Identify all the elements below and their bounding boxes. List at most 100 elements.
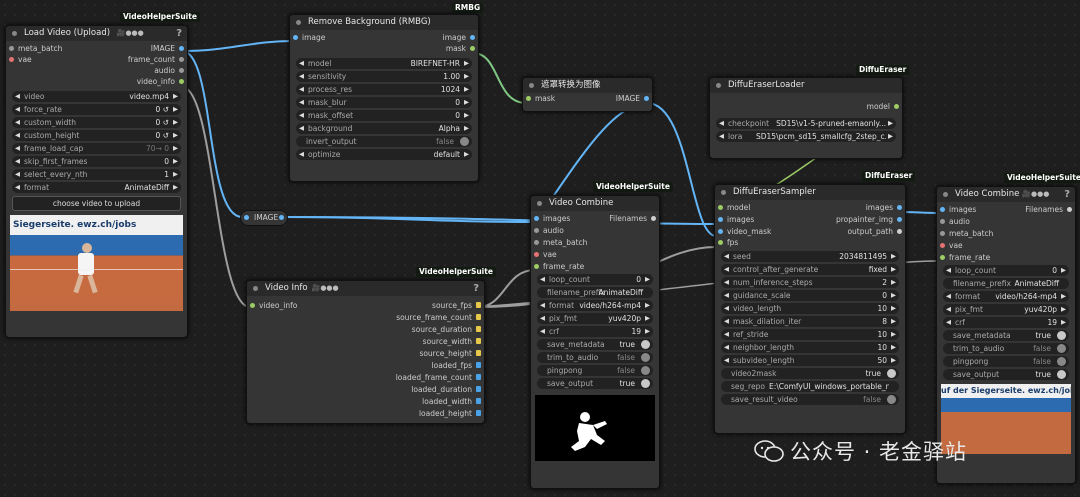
widget-mask-offset[interactable]: ◀ mask_offset 0 ▶	[296, 110, 472, 121]
input-pin[interactable]	[534, 252, 539, 257]
widget-filename-prefix[interactable]: filename_prefix AnimateDiff	[943, 278, 1069, 289]
toggle-save-output[interactable]: save_output true	[943, 369, 1069, 380]
widget-crf[interactable]: ◀ crf 19 ▶	[537, 326, 653, 337]
output-pin[interactable]	[897, 217, 902, 222]
node-video-info[interactable]: Video Info 🎥●●●? video_info source_fps so…	[246, 280, 485, 424]
widget-crf[interactable]: ◀ crf 19 ▶	[943, 317, 1069, 328]
output-pin[interactable]	[897, 229, 902, 234]
toggle-save-output[interactable]: save_output true	[537, 378, 653, 389]
widget-force-rate[interactable]: ◀ force_rate 0 ↺ ▶	[12, 104, 181, 115]
widget-format[interactable]: ◀ format video/h264-mp4 ▶	[943, 291, 1069, 302]
collapse-dot-icon[interactable]	[253, 286, 258, 291]
widget-ref-stride[interactable]: ◀ ref_stride 10 ▶	[721, 329, 899, 340]
toggle-invert-output[interactable]: invert_output false	[296, 136, 472, 147]
widget-sensitivity[interactable]: ◀ sensitivity 1.00 ▶	[296, 71, 472, 82]
collapse-dot-icon[interactable]	[716, 83, 721, 88]
widget-seed[interactable]: ◀ seed 2034811495 ▶	[721, 251, 899, 262]
help-icon[interactable]: ?	[1064, 187, 1070, 202]
node-header[interactable]: Load Video (Upload) 🎥●●● ?	[6, 26, 187, 41]
widget-guidance-scale[interactable]: ◀ guidance_scale 0 ▶	[721, 290, 899, 301]
input-pin[interactable]	[9, 57, 14, 62]
widget-pix-fmt[interactable]: ◀ pix_fmt yuv420p ▶	[943, 304, 1069, 315]
input-pin[interactable]	[718, 229, 723, 234]
widget-num-inference-steps[interactable]: ◀ num_inference_steps 2 ▶	[721, 277, 899, 288]
collapse-dot-icon[interactable]	[296, 20, 301, 25]
output-pin[interactable]	[470, 35, 475, 40]
input-pin[interactable]	[940, 231, 945, 236]
output-pin[interactable]	[644, 96, 649, 101]
input-pin[interactable]	[718, 240, 723, 245]
output-pin[interactable]	[476, 362, 481, 368]
widget-custom-width[interactable]: ◀ custom_width 0 ↺ ▶	[12, 117, 181, 128]
widget-filename-prefix[interactable]: filename_prefix AnimateDiff	[537, 287, 653, 298]
help-icon[interactable]: ?	[473, 281, 479, 296]
output-pin[interactable]	[897, 205, 902, 210]
widget-video-length[interactable]: ◀ video_length 10 ▶	[721, 303, 899, 314]
output-pin[interactable]	[476, 398, 481, 404]
widget-model[interactable]: ◀ model BIREFNET-HR ▶	[296, 58, 472, 69]
widget-mask-dilation-iter[interactable]: ◀ mask_dilation_iter 8 ▶	[721, 316, 899, 327]
input-pin[interactable]	[526, 96, 531, 101]
output-pin[interactable]	[476, 314, 481, 320]
output-pin[interactable]	[279, 215, 284, 220]
node-header[interactable]: DiffuEraserLoader	[710, 78, 902, 93]
widget-pix-fmt[interactable]: ◀ pix_fmt yuv420p ▶	[537, 313, 653, 324]
input-pin[interactable]	[244, 215, 249, 220]
node-mask-to-image[interactable]: 遮罩转换为图像 mask IMAGE	[522, 77, 653, 112]
input-pin[interactable]	[718, 205, 723, 210]
node-video-combine-mid[interactable]: Video Combine Filenames images audio met…	[530, 195, 660, 489]
widget-video[interactable]: ◀ video video.mp4 ▶	[12, 91, 181, 102]
reroute-node[interactable]: IMAGE	[240, 210, 288, 226]
output-pin[interactable]	[179, 68, 184, 73]
widget-skip-first-frames[interactable]: ◀ skip_first_frames 0 ▶	[12, 156, 181, 167]
widget-custom-height[interactable]: ◀ custom_height 0 ↺ ▶	[12, 130, 181, 141]
toggle-save-result-video[interactable]: save_result_video false	[721, 394, 899, 405]
output-pin[interactable]	[476, 350, 481, 356]
input-pin[interactable]	[940, 243, 945, 248]
node-header[interactable]: Video Info 🎥●●●?	[247, 281, 484, 296]
node-header[interactable]: Remove Background (RMBG)	[290, 15, 478, 30]
node-header[interactable]: Video Combine 🎥●●●?	[937, 187, 1075, 202]
input-pin[interactable]	[940, 219, 945, 224]
input-pin[interactable]	[534, 240, 539, 245]
widget-lora[interactable]: ◀ lora SD15\pcm_sd15_smallcfg_2step_c... ▶	[716, 131, 896, 142]
widget-subvideo-length[interactable]: ◀ subvideo_length 50 ▶	[721, 355, 899, 366]
collapse-dot-icon[interactable]	[12, 31, 17, 36]
output-pin[interactable]	[476, 302, 481, 308]
toggle-pingpong[interactable]: pingpong false	[537, 365, 653, 376]
collapse-dot-icon[interactable]	[529, 83, 534, 88]
input-pin[interactable]	[534, 264, 539, 269]
output-pin[interactable]	[179, 57, 184, 62]
collapse-dot-icon[interactable]	[721, 190, 726, 195]
toggle-video2mask[interactable]: video2mask true	[721, 368, 899, 379]
toggle-trim-to-audio[interactable]: trim_to_audio false	[537, 352, 653, 363]
widget-background[interactable]: ◀ background Alpha ▶	[296, 123, 472, 134]
widget-loop-count[interactable]: ◀ loop_count 0 ▶	[537, 274, 653, 285]
node-header[interactable]: Video Combine	[531, 196, 659, 211]
widget-select-every-nth[interactable]: ◀ select_every_nth 1 ▶	[12, 169, 181, 180]
input-pin[interactable]	[940, 255, 945, 260]
help-icon[interactable]: ?	[176, 26, 182, 41]
node-header[interactable]: DiffuEraserSampler	[715, 185, 905, 200]
output-pin[interactable]	[476, 374, 481, 380]
widget-frame-load-cap[interactable]: ◀ frame_load_cap 70→ 0 ▶	[12, 143, 181, 154]
collapse-dot-icon[interactable]	[943, 192, 948, 197]
widget-checkpoint[interactable]: ◀ checkpoint SD15\v1-5-pruned-emaonly... ▶	[716, 118, 896, 129]
output-pin[interactable]	[470, 46, 475, 51]
widget-seg-repo[interactable]: seg_repo E:\ComfyUI_windows_portable_nv	[721, 381, 899, 392]
widget-mask-blur[interactable]: ◀ mask_blur 0 ▶	[296, 97, 472, 108]
output-pin[interactable]	[476, 338, 481, 344]
toggle-trim-to-audio[interactable]: trim_to_audio false	[943, 343, 1069, 354]
output-pin[interactable]	[894, 104, 899, 109]
node-remove-background[interactable]: Remove Background (RMBG) image image mas…	[289, 14, 479, 182]
widget-neighbor-length[interactable]: ◀ neighbor_length 10 ▶	[721, 342, 899, 353]
toggle-save-metadata[interactable]: save_metadata true	[537, 339, 653, 350]
output-pin[interactable]	[476, 410, 481, 416]
input-pin[interactable]	[293, 35, 298, 40]
toggle-save-metadata[interactable]: save_metadata true	[943, 330, 1069, 341]
output-pin[interactable]	[476, 326, 481, 332]
input-pin[interactable]	[9, 46, 14, 51]
output-pin[interactable]	[179, 79, 184, 84]
input-pin[interactable]	[718, 217, 723, 222]
input-pin[interactable]	[534, 228, 539, 233]
